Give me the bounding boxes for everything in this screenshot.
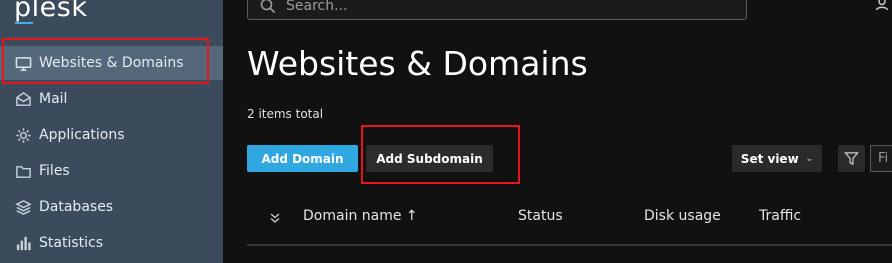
envelope-icon — [14, 90, 32, 108]
sidebar-item-label: Statistics — [39, 235, 103, 251]
search-icon — [260, 0, 286, 14]
page-title: Websites & Domains — [247, 44, 588, 83]
expand-all-icon[interactable] — [269, 209, 281, 223]
sidebar-item-databases[interactable]: Databases — [0, 190, 223, 224]
sidebar-item-mail[interactable]: Mail — [0, 82, 223, 116]
plesk-logo[interactable]: plesk — [14, 0, 87, 23]
search-input[interactable]: Search... — [247, 0, 747, 20]
sidebar-item-label: Files — [39, 163, 70, 179]
column-status[interactable]: Status — [518, 208, 563, 224]
chevron-down-icon: ⌄ — [805, 153, 814, 164]
table-header: Domain name ↑ Status Disk usage Traffic — [247, 200, 892, 246]
add-domain-button[interactable]: Add Domain — [247, 145, 358, 172]
sidebar-item-label: Applications — [39, 127, 125, 143]
highlight-box — [361, 125, 520, 184]
logo-underline — [15, 22, 33, 24]
sidebar-item-files[interactable]: Files — [0, 154, 223, 188]
bar-chart-icon — [14, 234, 32, 252]
database-icon — [14, 198, 32, 216]
column-disk-usage[interactable]: Disk usage — [644, 208, 721, 224]
sidebar-item-applications[interactable]: Applications — [0, 118, 223, 152]
set-view-button[interactable]: Set view ⌄ — [732, 145, 822, 172]
column-traffic[interactable]: Traffic — [759, 208, 801, 224]
set-view-label: Set view — [740, 151, 799, 166]
sidebar-item-statistics[interactable]: Statistics — [0, 226, 223, 260]
search-placeholder: Search... — [286, 0, 348, 14]
sidebar-item-label: Mail — [39, 91, 68, 107]
filter-placeholder: Fi — [878, 151, 889, 166]
items-total: 2 items total — [247, 107, 324, 121]
folder-icon — [14, 162, 32, 180]
gear-icon — [14, 126, 32, 144]
filter-icon — [844, 151, 859, 166]
column-domain-name[interactable]: Domain name ↑ — [303, 208, 418, 224]
sidebar-item-label: Databases — [39, 199, 114, 215]
user-icon[interactable] — [875, 0, 889, 11]
highlight-box — [2, 38, 209, 84]
filter-input[interactable]: Fi — [870, 145, 892, 172]
filter-button[interactable] — [838, 145, 865, 172]
